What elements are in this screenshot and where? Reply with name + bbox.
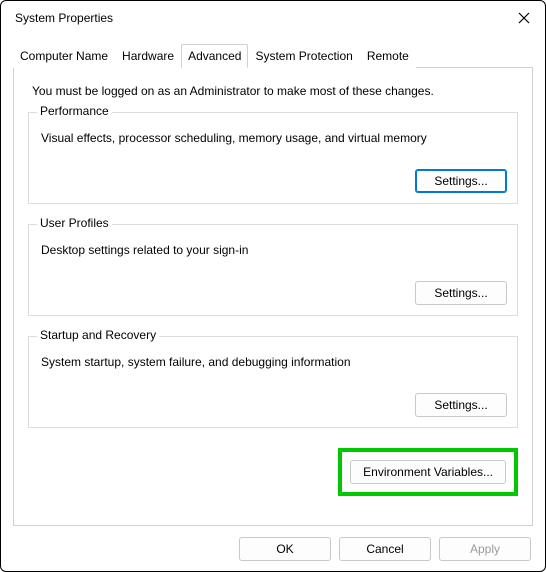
apply-button[interactable]: Apply <box>439 537 531 561</box>
environment-variables-button[interactable]: Environment Variables... <box>350 460 506 484</box>
group-startup-recovery-desc: System startup, system failure, and debu… <box>41 355 507 369</box>
cancel-button[interactable]: Cancel <box>339 537 431 561</box>
group-performance-desc: Visual effects, processor scheduling, me… <box>41 131 507 145</box>
group-user-profiles-btn-row: Settings... <box>39 281 507 305</box>
tab-system-protection[interactable]: System Protection <box>248 44 359 68</box>
performance-settings-button[interactable]: Settings... <box>415 169 507 193</box>
group-performance: Performance Visual effects, processor sc… <box>28 112 518 204</box>
group-performance-legend: Performance <box>37 104 112 118</box>
close-button[interactable] <box>509 3 539 33</box>
env-vars-highlight: Environment Variables... <box>338 448 518 496</box>
titlebar: System Properties <box>1 1 545 35</box>
tabs-container: Computer Name Hardware Advanced System P… <box>1 35 545 526</box>
group-user-profiles-legend: User Profiles <box>37 216 112 230</box>
tab-strip: Computer Name Hardware Advanced System P… <box>13 43 533 68</box>
tab-hardware[interactable]: Hardware <box>115 44 181 68</box>
group-startup-recovery: Startup and Recovery System startup, sys… <box>28 336 518 428</box>
user-profiles-settings-button[interactable]: Settings... <box>415 281 507 305</box>
admin-notice: You must be logged on as an Administrato… <box>32 84 520 98</box>
tab-advanced[interactable]: Advanced <box>181 44 248 68</box>
group-user-profiles: User Profiles Desktop settings related t… <box>28 224 518 316</box>
startup-recovery-settings-button[interactable]: Settings... <box>415 393 507 417</box>
group-user-profiles-desc: Desktop settings related to your sign-in <box>41 243 507 257</box>
dialog-button-row: OK Cancel Apply <box>1 537 545 561</box>
group-startup-recovery-legend: Startup and Recovery <box>37 328 159 342</box>
tab-remote[interactable]: Remote <box>360 44 416 68</box>
tab-computer-name[interactable]: Computer Name <box>13 44 115 68</box>
group-performance-btn-row: Settings... <box>39 169 507 193</box>
close-icon <box>518 12 530 24</box>
window-title: System Properties <box>15 11 113 25</box>
group-startup-recovery-btn-row: Settings... <box>39 393 507 417</box>
env-vars-row: Environment Variables... <box>28 448 518 496</box>
tab-panel-advanced: You must be logged on as an Administrato… <box>13 68 533 526</box>
ok-button[interactable]: OK <box>239 537 331 561</box>
